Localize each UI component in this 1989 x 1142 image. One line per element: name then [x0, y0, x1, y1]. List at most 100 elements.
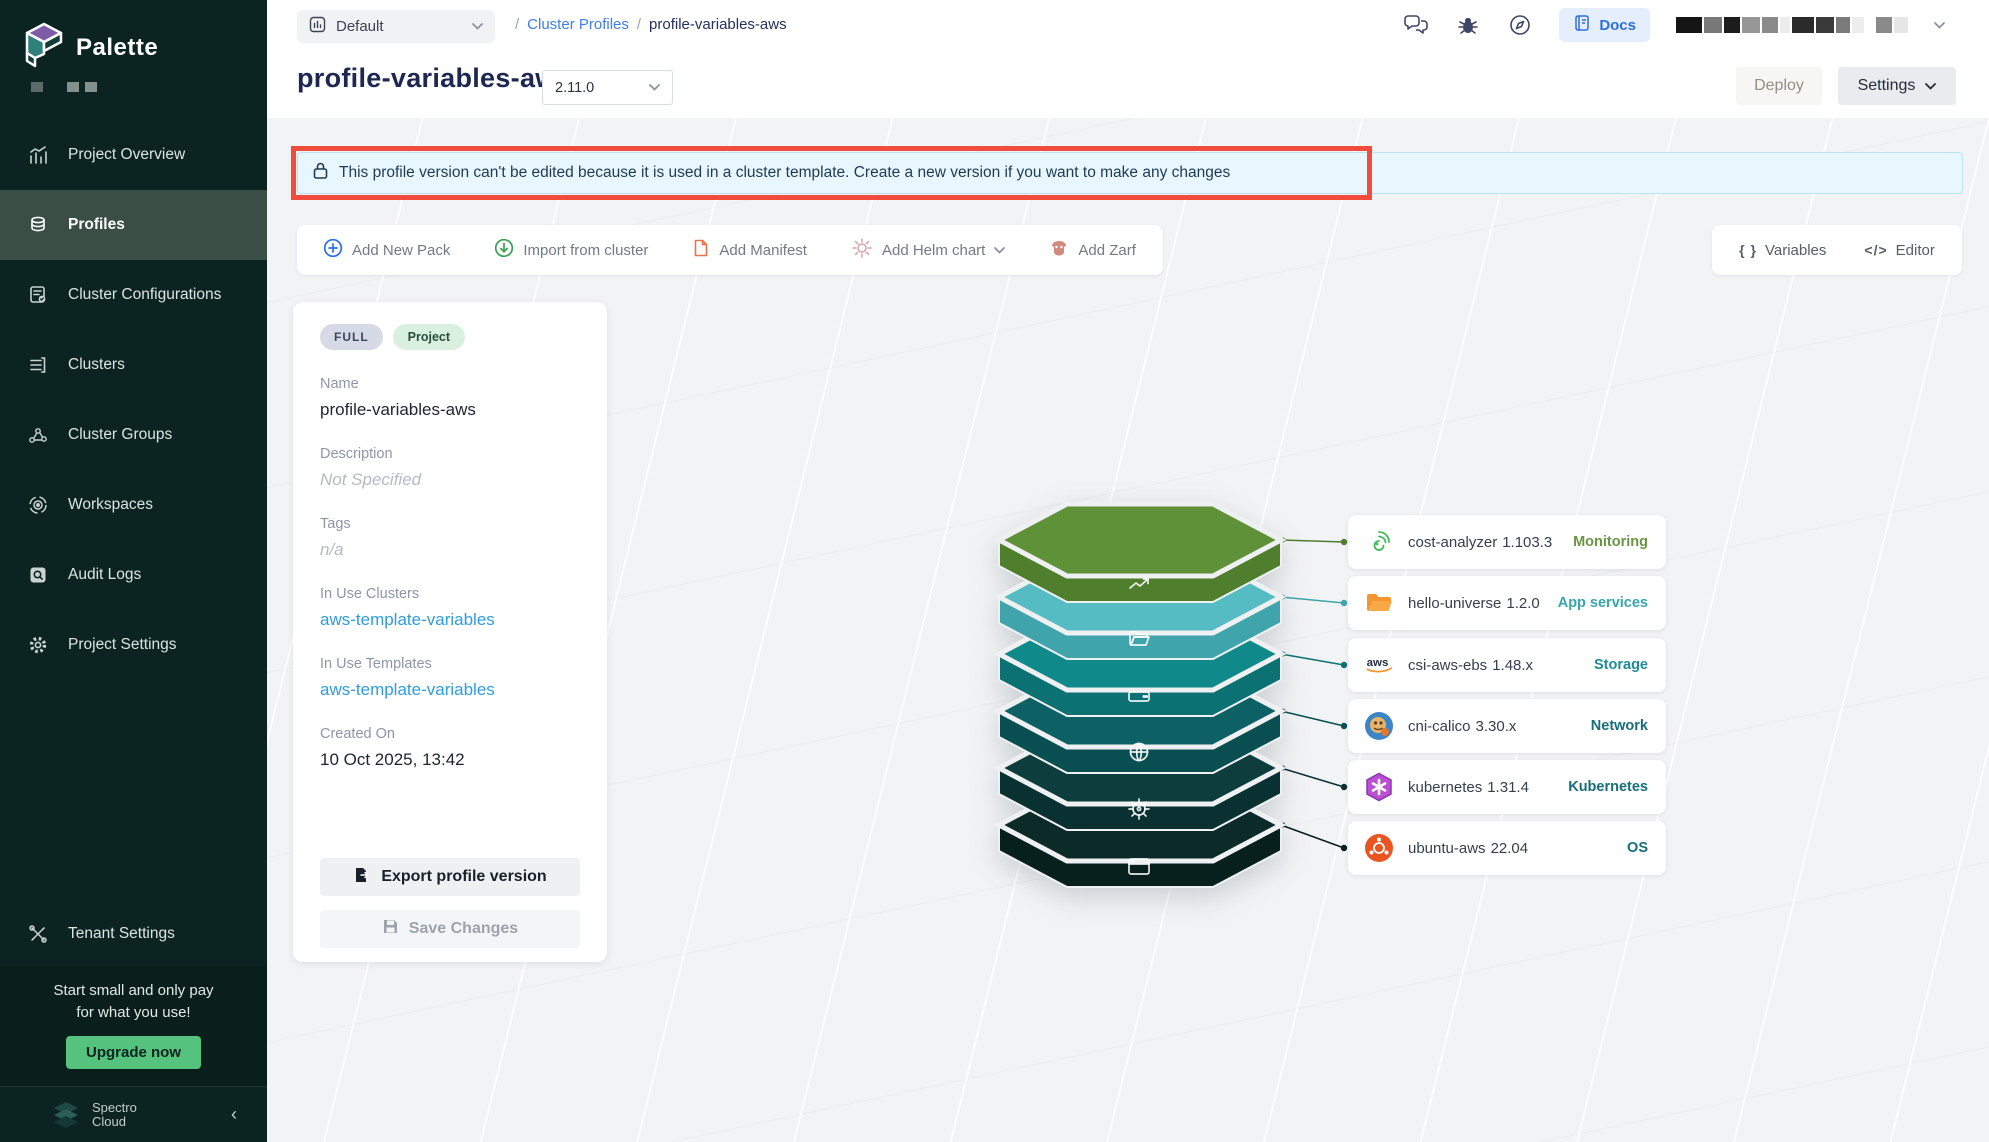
pack-name: cni-calico3.30.x — [1408, 718, 1516, 735]
page-title: profile-variables-aws — [297, 63, 572, 94]
kubecost-icon — [1364, 527, 1394, 557]
palette-app: Palette Project Overview Profiles Clus — [0, 0, 1989, 1142]
sidebar-item-audit-logs[interactable]: Audit Logs — [0, 540, 267, 610]
docs-button[interactable]: Docs — [1559, 8, 1650, 42]
manifest-file-icon — [692, 238, 710, 262]
variables-button[interactable]: { } Variables — [1739, 242, 1826, 259]
sidebar-item-tenant-settings[interactable]: Tenant Settings — [0, 905, 267, 963]
pack-row-kubernetes[interactable]: kubernetes1.31.4 Kubernetes — [1348, 760, 1666, 814]
bug-report-icon[interactable] — [1455, 12, 1481, 38]
pack-category: Network — [1591, 718, 1648, 734]
sidebar: Palette Project Overview Profiles Clus — [0, 0, 267, 1142]
pack-row-csi-aws-ebs[interactable]: aws csi-aws-ebs1.48.x Storage — [1348, 638, 1666, 692]
upgrade-promo: Start small and only payfor what you use… — [0, 966, 267, 1086]
sidebar-item-label: Audit Logs — [68, 566, 141, 584]
pack-category: App services — [1558, 595, 1648, 611]
feedback-chat-icon[interactable] — [1403, 12, 1429, 38]
deploy-button[interactable]: Deploy — [1736, 67, 1822, 105]
add-helm-chart-button[interactable]: Add Helm chart — [851, 237, 1005, 263]
project-settings-icon — [26, 633, 50, 657]
explore-compass-icon[interactable] — [1507, 12, 1533, 38]
sidebar-item-clusters[interactable]: Clusters — [0, 330, 267, 400]
sidebar-item-project-overview[interactable]: Project Overview — [0, 120, 267, 190]
upgrade-now-button[interactable]: Upgrade now — [66, 1036, 201, 1069]
pack-row-cost-analyzer[interactable]: cost-analyzer1.103.3 Monitoring — [1348, 515, 1666, 569]
full-badge: FULL — [320, 324, 383, 350]
description-label: Description — [320, 446, 581, 462]
account-chevron-down-icon[interactable] — [1934, 22, 1945, 29]
description-value: Not Specified — [320, 470, 581, 490]
pack-category: OS — [1627, 840, 1648, 856]
svg-text:aws: aws — [1367, 657, 1389, 669]
version-select[interactable]: 2.11.0 — [542, 70, 673, 105]
product-name: Palette — [76, 34, 158, 62]
breadcrumb-current: profile-variables-aws — [649, 16, 787, 33]
sidebar-item-label: Profiles — [68, 216, 125, 234]
chevron-down-icon — [649, 84, 660, 91]
plus-circle-icon — [323, 238, 343, 262]
chevron-down-icon — [1925, 83, 1936, 90]
project-badge: Project — [393, 324, 465, 350]
add-zarf-button[interactable]: Add Zarf — [1049, 238, 1136, 262]
import-from-cluster-button[interactable]: Import from cluster — [494, 238, 648, 262]
add-new-pack-button[interactable]: Add New Pack — [323, 238, 450, 262]
promo-text: Start small and only payfor what you use… — [0, 980, 267, 1024]
sidebar-item-cluster-configurations[interactable]: Cluster Configurations — [0, 260, 267, 330]
calico-icon — [1364, 711, 1394, 741]
sidebar-nav: Project Overview Profiles Cluster Config… — [0, 120, 267, 680]
cluster-configurations-icon — [26, 283, 50, 307]
pack-row-ubuntu-aws[interactable]: ubuntu-aws22.04 OS — [1348, 821, 1666, 875]
braces-icon: { } — [1739, 242, 1757, 258]
settings-button[interactable]: Settings — [1838, 67, 1956, 105]
save-changes-button[interactable]: Save Changes — [320, 910, 580, 948]
workspaces-icon — [26, 493, 50, 517]
sidebar-item-profiles[interactable]: Profiles — [0, 190, 267, 260]
account-name-redacted[interactable] — [1676, 17, 1908, 33]
pack-name: ubuntu-aws22.04 — [1408, 840, 1528, 857]
pack-name: cost-analyzer1.103.3 — [1408, 534, 1552, 551]
pack-row-cni-calico[interactable]: cni-calico3.30.x Network — [1348, 699, 1666, 753]
aws-icon: aws — [1364, 650, 1394, 680]
stack-layer-cost-analyzer[interactable] — [999, 504, 1281, 602]
palette-logo-icon — [25, 22, 63, 73]
sidebar-item-label: Cluster Configurations — [68, 286, 221, 304]
lock-icon — [312, 161, 329, 185]
clusters-icon — [26, 353, 50, 377]
pack-category: Kubernetes — [1568, 779, 1648, 795]
editor-button[interactable]: </> Editor — [1864, 242, 1934, 259]
profile-info-card: FULL Project Name profile-variables-aws … — [293, 302, 607, 962]
import-circle-icon — [494, 238, 514, 262]
in-use-templates-link[interactable]: aws-template-variables — [320, 680, 581, 700]
spectro-cloud-logo: SpectroCloud — [50, 1100, 137, 1130]
alert-message: This profile version can't be edited bec… — [339, 164, 1230, 182]
pack-category: Storage — [1594, 657, 1648, 673]
export-icon — [353, 866, 371, 889]
pack-name: csi-aws-ebs1.48.x — [1408, 657, 1533, 674]
add-manifest-button[interactable]: Add Manifest — [692, 238, 807, 262]
name-label: Name — [320, 376, 581, 392]
sidebar-item-label: Project Overview — [68, 146, 185, 164]
in-use-clusters-link[interactable]: aws-template-variables — [320, 610, 581, 630]
pack-row-hello-universe[interactable]: hello-universe1.2.0 App services — [1348, 576, 1666, 630]
sidebar-item-label: Workspaces — [68, 496, 153, 514]
cluster-groups-icon — [26, 423, 50, 447]
sidebar-item-workspaces[interactable]: Workspaces — [0, 470, 267, 540]
profiles-icon — [26, 213, 50, 237]
export-profile-version-button[interactable]: Export profile version — [320, 858, 580, 896]
helm-icon — [851, 237, 873, 263]
sidebar-collapse-button[interactable]: ‹ — [231, 1104, 237, 1125]
project-selector[interactable]: Default — [297, 10, 495, 43]
name-value: profile-variables-aws — [320, 400, 581, 420]
version-redacted-blocks — [31, 82, 97, 92]
breadcrumb-cluster-profiles[interactable]: Cluster Profiles — [527, 16, 629, 33]
sidebar-item-project-settings[interactable]: Project Settings — [0, 610, 267, 680]
folder-icon — [1364, 588, 1394, 618]
spectro-cloud-label: SpectroCloud — [92, 1101, 137, 1129]
sidebar-footer: SpectroCloud ‹ — [0, 1086, 267, 1142]
in-use-clusters-label: In Use Clusters — [320, 586, 581, 602]
tags-label: Tags — [320, 516, 581, 532]
sidebar-item-label: Project Settings — [68, 636, 177, 654]
sidebar-item-cluster-groups[interactable]: Cluster Groups — [0, 400, 267, 470]
created-on-value: 10 Oct 2025, 13:42 — [320, 750, 581, 770]
audit-logs-icon — [26, 563, 50, 587]
